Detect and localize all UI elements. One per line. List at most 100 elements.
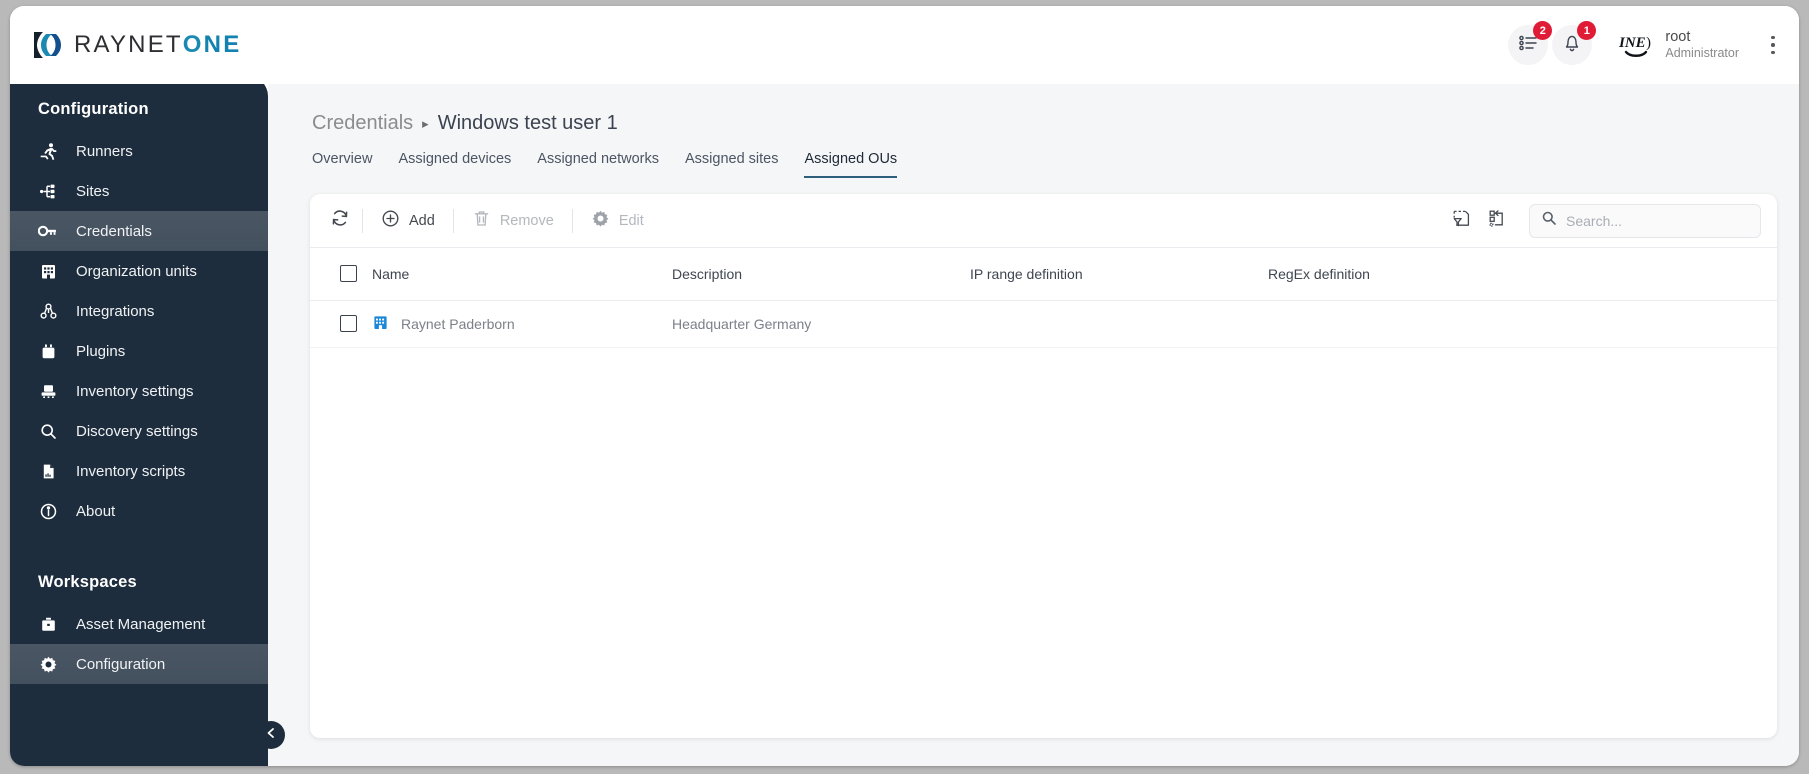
brand-name-dark: RAYNET (74, 31, 183, 58)
sidebar-item-about[interactable]: About (10, 491, 268, 531)
table-row[interactable]: Raynet Paderborn Headquarter Germany (310, 300, 1777, 348)
sidebar-item-label: Credentials (76, 222, 152, 240)
add-button-label: Add (409, 212, 435, 229)
table-toolbar: Add Remove Edit (310, 194, 1777, 248)
sidebar-item-integrations[interactable]: Integrations (10, 291, 268, 331)
content-card: Add Remove Edit Search... Name Descripti… (310, 194, 1777, 738)
sidebar-item-label: About (76, 502, 116, 520)
toolbar-divider (362, 208, 363, 233)
table-header-row: Name Description IP range definition Reg… (310, 248, 1777, 301)
tab-assigned-devices[interactable]: Assigned devices (398, 151, 511, 178)
remove-button[interactable]: Remove (458, 203, 568, 239)
sidebar-item-discovery-settings[interactable]: Discovery settings (10, 411, 268, 451)
checkbox-unchecked-icon[interactable] (340, 315, 357, 332)
column-layout-icon (1487, 208, 1508, 234)
toolbar-divider (452, 208, 454, 233)
remove-button-label: Remove (499, 212, 554, 229)
raynet-logo-icon (30, 28, 64, 62)
breadcrumb-root[interactable]: Credentials (312, 112, 413, 135)
plus-circle-icon (381, 209, 400, 232)
search-box[interactable] (1529, 203, 1761, 238)
brand-name-accent: O (182, 31, 204, 58)
assigned-ous-table: Name Description IP range definition Reg… (310, 248, 1777, 348)
tab-overview[interactable]: Overview (312, 151, 372, 178)
info-icon (38, 501, 58, 521)
row-cell-regex (1268, 300, 1777, 348)
edit-button[interactable]: Edit (577, 203, 658, 239)
sidebar-item-organization-units[interactable]: Organization units (10, 251, 268, 291)
breadcrumb-separator-icon: ▸ (422, 115, 429, 131)
sidebar-item-configuration[interactable]: Configuration (10, 644, 268, 684)
sitemap-icon (38, 181, 58, 201)
tab-bar: Overview Assigned devices Assigned netwo… (310, 151, 1777, 178)
building-blue-icon (372, 314, 389, 334)
user-info: root Administrator (1665, 29, 1739, 61)
gear-icon (591, 209, 610, 232)
search-icon (1541, 210, 1557, 231)
inventory-icon (38, 381, 58, 401)
brand-logo[interactable]: RAYNETONE (30, 28, 241, 62)
sidebar-item-runners[interactable]: Runners (10, 131, 268, 171)
script-file-icon (38, 461, 58, 481)
main-content: Credentials ▸ Windows test user 1 Overvi… (268, 84, 1799, 766)
plug-icon (38, 341, 58, 361)
table-body: Raynet Paderborn Headquarter Germany (310, 300, 1777, 348)
export-filter-icon (1451, 208, 1472, 234)
column-layout-button[interactable] (1479, 203, 1515, 239)
user-role: Administrator (1665, 46, 1739, 61)
sidebar-section-configuration: Configuration (38, 100, 149, 118)
gear-icon (38, 654, 58, 674)
column-header-ip-range[interactable]: IP range definition (970, 248, 1268, 301)
tab-assigned-ous[interactable]: Assigned OUs (804, 151, 898, 178)
sidebar-item-label: Asset Management (76, 615, 206, 633)
search-icon (38, 421, 58, 441)
add-button[interactable]: Add (367, 203, 449, 239)
task-list-badge: 2 (1533, 21, 1553, 40)
task-list-button[interactable]: 2 (1508, 21, 1553, 65)
checkbox-unchecked-icon[interactable] (340, 265, 357, 283)
sidebar-item-sites[interactable]: Sites (10, 171, 268, 211)
sidebar-item-asset-management[interactable]: Asset Management (10, 604, 268, 644)
brand-name-accent2: NE (203, 31, 242, 58)
top-bar-actions: 2 1 INE ) root Administrator (1508, 21, 1785, 65)
sidebar-collapse-button[interactable] (257, 721, 285, 749)
table-header: Name Description IP range definition Reg… (310, 248, 1777, 301)
trash-icon (472, 209, 491, 232)
sidebar: Configuration Runners Sites Credentials … (10, 76, 268, 766)
refresh-button[interactable] (322, 203, 358, 239)
tab-assigned-sites[interactable]: Assigned sites (685, 151, 779, 178)
sidebar-item-label: Discovery settings (76, 422, 198, 440)
sidebar-item-label: Runners (76, 142, 133, 160)
sidebar-item-label: Inventory settings (76, 382, 194, 400)
column-header-description[interactable]: Description (672, 248, 970, 301)
svg-text:INE: INE (1618, 35, 1646, 51)
row-cell-description: Headquarter Germany (672, 300, 970, 348)
top-bar: RAYNETONE 2 1 INE) root Administrator (10, 6, 1799, 84)
row-name-label: Raynet Paderborn (401, 315, 515, 332)
export-filter-button[interactable] (1443, 203, 1479, 239)
user-menu[interactable]: INE ) root Administrator (1618, 28, 1739, 62)
select-all-cell (310, 248, 372, 301)
brand-name: RAYNETONE (74, 31, 241, 59)
sidebar-item-label: Organization units (76, 262, 197, 280)
toolbar-divider (571, 208, 573, 233)
sidebar-item-label: Integrations (76, 302, 155, 320)
notifications-button[interactable]: 1 (1552, 21, 1597, 65)
sidebar-item-inventory-settings[interactable]: Inventory settings (10, 371, 268, 411)
edit-button-label: Edit (618, 212, 644, 229)
sidebar-item-label: Inventory scripts (76, 462, 186, 480)
user-name: root (1665, 29, 1691, 46)
column-header-name[interactable]: Name (372, 248, 672, 301)
column-header-regex[interactable]: RegEx definition (1268, 248, 1777, 301)
sidebar-item-credentials[interactable]: Credentials (10, 211, 268, 251)
sidebar-item-plugins[interactable]: Plugins (10, 331, 268, 371)
key-icon (38, 221, 58, 241)
kebab-menu-icon[interactable] (1761, 28, 1785, 62)
tab-assigned-networks[interactable]: Assigned networks (537, 151, 659, 178)
sidebar-item-inventory-scripts[interactable]: Inventory scripts (10, 451, 268, 491)
inet-avatar-icon: INE ) (1618, 28, 1656, 62)
integrations-icon (38, 301, 58, 321)
svg-text:): ) (1646, 35, 1651, 51)
row-cell-ip-range (970, 300, 1268, 348)
search-input[interactable] (1566, 212, 1749, 229)
